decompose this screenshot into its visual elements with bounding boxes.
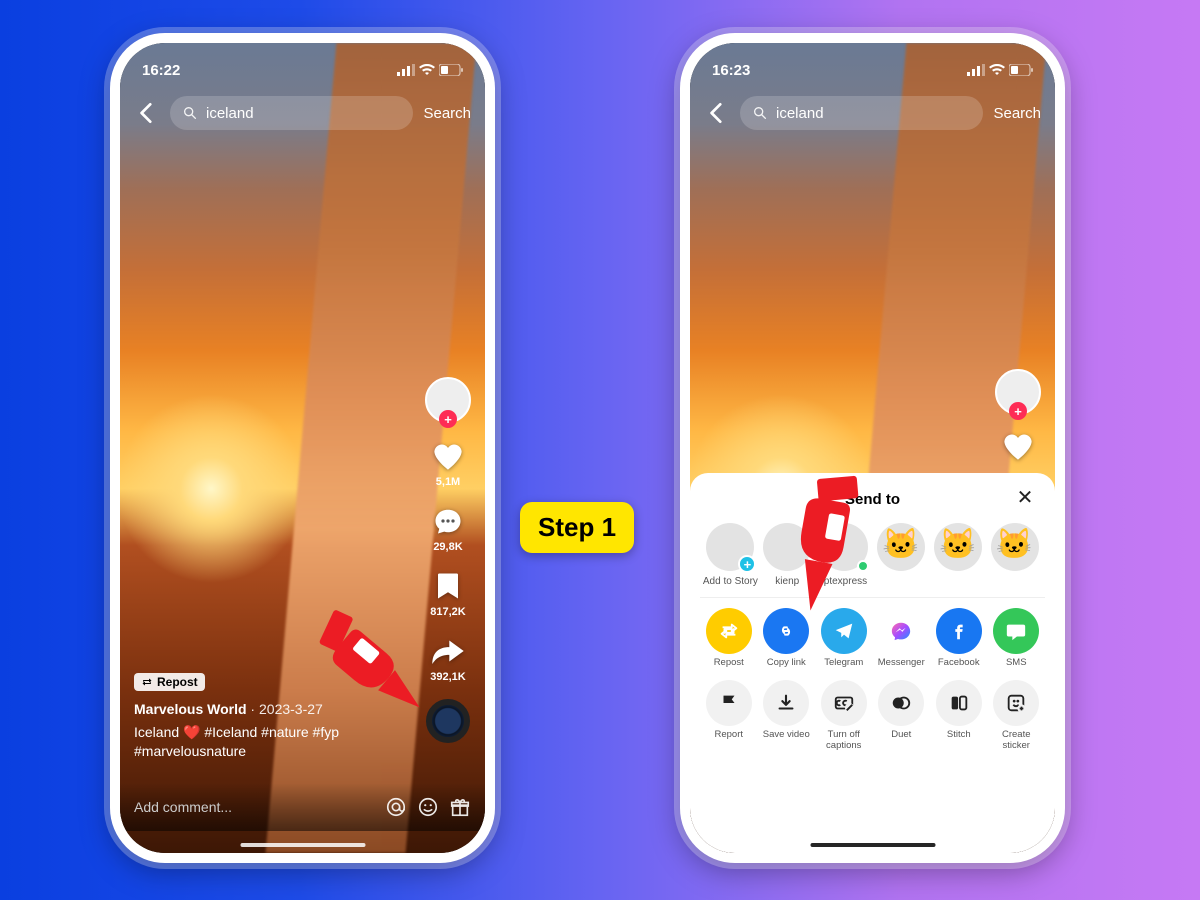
post-date: 2023-3-27	[259, 701, 323, 717]
save-stack[interactable]: 817,2K	[430, 569, 465, 618]
status-icons	[397, 64, 463, 76]
follow-plus-icon[interactable]: +	[1009, 402, 1027, 420]
search-button[interactable]: Search	[423, 105, 471, 122]
tk-header: iceland Search	[690, 91, 1055, 135]
option-label: Save video	[763, 730, 810, 740]
sticker-icon	[993, 680, 1039, 726]
option-label: Telegram	[824, 658, 863, 668]
battery-icon	[1009, 64, 1033, 76]
option-label: Report	[714, 730, 743, 740]
share-option-stitch[interactable]: Stitch	[930, 680, 988, 751]
repost-icon	[141, 676, 153, 688]
comment-stack[interactable]: 29,8K	[431, 504, 465, 553]
option-label: Turn off captions	[815, 730, 873, 751]
share-option-repost[interactable]: Repost	[700, 608, 758, 668]
download-icon	[763, 680, 809, 726]
phone-right: 16:23 iceland Search + Send	[680, 33, 1065, 863]
follow-plus-icon[interactable]: +	[439, 410, 457, 428]
search-icon	[182, 105, 198, 121]
statusbar: 16:23	[690, 43, 1055, 89]
search-icon	[752, 105, 768, 121]
option-label: SMS	[1006, 658, 1027, 668]
creator-avatar[interactable]: +	[425, 377, 471, 423]
option-label: Stitch	[947, 730, 971, 740]
share-option-facebook[interactable]: Facebook	[930, 608, 988, 668]
emoji-icon[interactable]	[417, 796, 439, 818]
home-indicator[interactable]	[810, 843, 935, 847]
facebook-icon	[936, 608, 982, 654]
search-text: iceland	[776, 105, 824, 122]
heart-icon	[431, 441, 465, 471]
statusbar: 16:22	[120, 43, 485, 89]
share-option-download[interactable]: Save video	[758, 680, 816, 751]
share-option-sms[interactable]: SMS	[988, 608, 1046, 668]
bookmark-icon	[435, 571, 461, 601]
battery-icon	[439, 64, 463, 76]
share-option-duet[interactable]: Duet	[873, 680, 931, 751]
annotation-pointer-2	[753, 459, 897, 628]
option-label: Messenger	[878, 658, 925, 668]
screen-right: 16:23 iceland Search + Send	[690, 43, 1055, 853]
status-icons	[967, 64, 1033, 76]
like-stack[interactable]	[1001, 429, 1035, 463]
right-rail: +	[991, 369, 1045, 463]
back-icon[interactable]	[704, 100, 730, 126]
duet-icon	[878, 680, 924, 726]
signal-icon	[967, 64, 985, 76]
comment-icon	[432, 506, 464, 536]
share-options-row-2: Report Save video Turn off captions Duet Sti…	[700, 676, 1045, 753]
phone-left: 16:22 iceland Search + 5,1M	[110, 33, 495, 863]
option-label: Facebook	[938, 658, 980, 668]
share-option-messenger[interactable]: Messenger	[873, 608, 931, 668]
gift-icon[interactable]	[449, 796, 471, 818]
back-icon[interactable]	[134, 100, 160, 126]
tk-header: iceland Search	[120, 91, 485, 135]
close-icon[interactable]: ✕	[1013, 485, 1037, 509]
status-time: 16:23	[712, 62, 750, 79]
like-stack[interactable]: 5,1M	[431, 439, 465, 488]
step-badge: Step 1	[520, 502, 634, 553]
search-button[interactable]: Search	[993, 105, 1041, 122]
comment-input[interactable]: Add comment...	[134, 799, 375, 815]
messenger-icon	[878, 608, 924, 654]
flag-icon	[706, 680, 752, 726]
option-label: Repost	[714, 658, 744, 668]
comment-count: 29,8K	[433, 541, 462, 553]
save-count: 817,2K	[430, 606, 465, 618]
search-input[interactable]: iceland	[740, 96, 983, 130]
option-label: Duet	[891, 730, 911, 740]
wifi-icon	[419, 64, 435, 76]
option-label: Create sticker	[988, 730, 1046, 751]
screen-left: 16:22 iceland Search + 5,1M	[120, 43, 485, 853]
share-option-sticker[interactable]: Create sticker	[988, 680, 1046, 751]
search-text: iceland	[206, 105, 254, 122]
mention-icon[interactable]	[385, 796, 407, 818]
date-sep: ·	[247, 701, 259, 717]
stitch-icon	[936, 680, 982, 726]
repost-chip[interactable]: Repost	[134, 673, 205, 691]
comment-bar: Add comment...	[120, 783, 485, 831]
like-count: 5,1M	[436, 476, 460, 488]
contact-cat[interactable]	[929, 523, 986, 587]
contact-cat[interactable]	[986, 523, 1043, 587]
creator-name[interactable]: Marvelous World	[134, 701, 247, 717]
option-label: Copy link	[767, 658, 806, 668]
share-option-cc-off[interactable]: Turn off captions	[815, 680, 873, 751]
home-indicator[interactable]	[240, 843, 365, 847]
search-input[interactable]: iceland	[170, 96, 413, 130]
signal-icon	[397, 64, 415, 76]
repost-label: Repost	[157, 675, 198, 689]
status-time: 16:22	[142, 62, 180, 79]
creator-avatar[interactable]: +	[995, 369, 1041, 415]
sms-icon	[993, 608, 1039, 654]
share-option-flag[interactable]: Report	[700, 680, 758, 751]
wifi-icon	[989, 64, 1005, 76]
heart-icon	[1001, 431, 1035, 461]
cc-off-icon	[821, 680, 867, 726]
